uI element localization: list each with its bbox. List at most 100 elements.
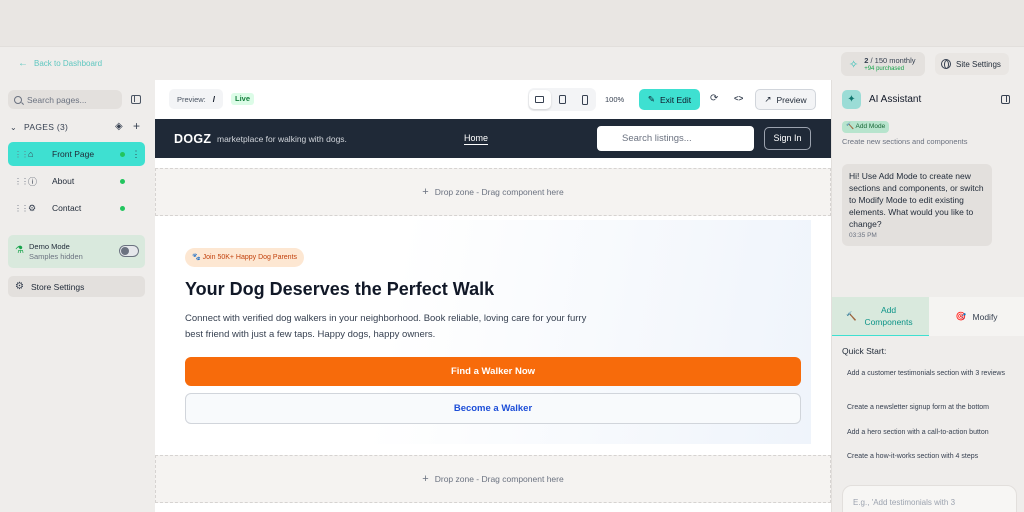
monitor-icon [535,96,545,103]
phone-icon [582,94,589,105]
gear-icon: ⚙ [15,281,24,292]
page-label: About [52,176,75,186]
quick-start-item[interactable]: Create a how-it-works section with 4 ste… [842,452,1014,462]
drop-zone[interactable]: + Drop zone - Drag component here [155,455,831,503]
mode-description: Create new sections and components [842,137,968,146]
ai-prompt-input[interactable]: E.g., 'Add testimonials with 3 [842,485,1017,512]
hero-badge: 🐾 Join 50K+ Happy Dog Parents [185,248,305,267]
exit-edit-button[interactable]: ✎ Exit Edit [639,89,700,110]
store-settings-label: Store Settings [30,281,85,292]
drag-handle-icon[interactable]: ⋮⋮ [14,204,29,213]
hero-description: Connect with verified dog walkers in you… [185,313,587,340]
layers-icon[interactable]: ◈ [115,121,123,132]
add-page-icon[interactable]: + [133,119,140,133]
drop-zone-label: Drop zone - Drag component here [434,474,564,484]
top-strip [0,0,1024,46]
become-walker-button[interactable]: Become a Walker [185,393,801,424]
preview-path-value: / [212,94,216,104]
preview-button[interactable]: ↗ Preview [755,89,816,110]
tab-modify-label: Modify [972,311,998,322]
published-dot [120,178,125,184]
hero-title: Your Dog Deserves the Perfect Walk [185,279,495,299]
live-badge: Live [231,93,255,105]
arrow-left-icon: ← [18,58,28,69]
toggle-sidebar-icon[interactable] [131,95,141,104]
listing-search-input[interactable]: Search listings... [597,126,754,151]
preview-path[interactable]: Preview: / [169,89,223,109]
assistant-message: Hi! Use Add Mode to create new sections … [842,164,992,246]
device-switcher [528,88,596,111]
usage-meter[interactable]: ✧ 2 / 150 monthly +94 purchased [841,52,925,76]
demo-mode-subtitle: Samples hidden [29,252,83,261]
sidebar-item-about[interactable]: ⋮⋮ ⓘ About [8,169,145,193]
hero-section[interactable]: 🐾 Join 50K+ Happy Dog Parents Your Dog D… [166,220,811,444]
back-link-label: Back to Dashboard [34,59,103,68]
search-pages-placeholder: Search pages... [27,94,87,105]
tablet-icon [559,95,566,104]
mode-tabs: 🔨 Add Components 🎯 Modify [832,297,1024,336]
tab-add-components[interactable]: 🔨 Add Components [832,297,929,336]
tab-add-label: Add Components [864,305,913,327]
site-settings-button[interactable]: Site Settings [935,53,1009,75]
search-icon [14,95,22,104]
quick-start-item[interactable]: Create a newsletter signup form at the b… [842,403,1014,413]
more-options-icon[interactable]: ⋮ [131,149,141,160]
nav-link-home[interactable]: Home [464,133,489,145]
usage-count: 2 / 150 monthly [864,55,916,65]
mobile-view-button[interactable] [574,90,596,109]
drag-handle-icon[interactable]: ⋮⋮ [14,150,29,159]
code-icon[interactable]: <> [734,94,743,103]
site-navbar: DOGZ marketplace for walking with dogs. … [155,119,831,158]
pencil-icon: ✎ [647,94,655,104]
editor-canvas: Preview: / Live 100% ✎ Exit Edit ⟳ <> ↗ … [155,80,831,512]
sparkle-icon: ✧ [849,58,859,71]
plus-icon: + [422,186,429,198]
hammer-icon: 🔨 [845,311,857,321]
message-timestamp: 03:35 PM [849,232,877,239]
quick-start-item[interactable]: Add a customer testimonials section with… [842,369,1014,379]
site-logo[interactable]: DOGZ [174,132,211,146]
zoom-level[interactable]: 100% [605,95,624,104]
preview-button-label: Preview [776,94,807,105]
find-walker-button[interactable]: Find a Walker Now [185,357,801,386]
back-to-dashboard-link[interactable]: ← Back to Dashboard [18,58,102,69]
sparkles-icon: ✦ [842,90,861,109]
drop-zone-label: Drop zone - Drag component here [434,187,564,197]
chevron-down-icon: ⌄ [10,122,18,132]
flask-icon: ⚗ [15,245,24,256]
demo-mode-title: Demo Mode [29,242,70,251]
preview-label: Preview: [177,94,206,104]
drag-handle-icon[interactable]: ⋮⋮ [14,177,29,186]
drop-zone[interactable]: + Drop zone - Drag component here [155,168,831,216]
ai-assistant-panel: ✦ AI Assistant 🔨 Add Mode Create new sec… [831,80,1024,512]
refresh-icon[interactable]: ⟳ [710,93,718,104]
quick-start-item[interactable]: Add a hero section with a call-to-action… [842,428,1014,438]
desktop-view-button[interactable] [529,90,551,109]
published-dot [120,205,125,211]
page-label: Contact [52,203,82,213]
collapse-panel-icon[interactable] [1001,95,1010,104]
quick-start-title: Quick Start: [842,346,887,356]
mode-badge: 🔨 Add Mode [842,121,890,133]
pages-header[interactable]: ⌄ PAGES (3) [10,122,68,132]
site-settings-label: Site Settings [956,59,1001,69]
demo-mode-panel: ⚗ Demo Mode Samples hidden [8,235,145,268]
search-pages-input[interactable]: Search pages... [8,90,122,109]
plus-icon: + [422,473,429,485]
sign-in-button[interactable]: Sign In [764,127,811,150]
site-tagline: marketplace for walking with dogs. [217,134,347,144]
published-dot [120,151,125,157]
demo-mode-toggle[interactable] [119,245,139,257]
exit-edit-label: Exit Edit [659,94,692,105]
sidebar-item-contact[interactable]: ⋮⋮ ⚙ Contact [8,196,145,220]
usage-purchased: +94 purchased [864,65,905,72]
tablet-view-button[interactable] [552,90,574,109]
external-link-icon: ↗ [764,94,772,104]
home-icon: ⌂ [28,149,34,159]
globe-icon [941,59,951,69]
app-header: ← Back to Dashboard ✧ 2 / 150 monthly +9… [0,46,1024,80]
info-icon: ⓘ [28,176,38,187]
sidebar-item-front-page[interactable]: ⋮⋮ ⌂ Front Page ⋮ [8,142,145,166]
tab-modify[interactable]: 🎯 Modify [928,297,1024,336]
store-settings-button[interactable]: ⚙ Store Settings [8,276,145,297]
